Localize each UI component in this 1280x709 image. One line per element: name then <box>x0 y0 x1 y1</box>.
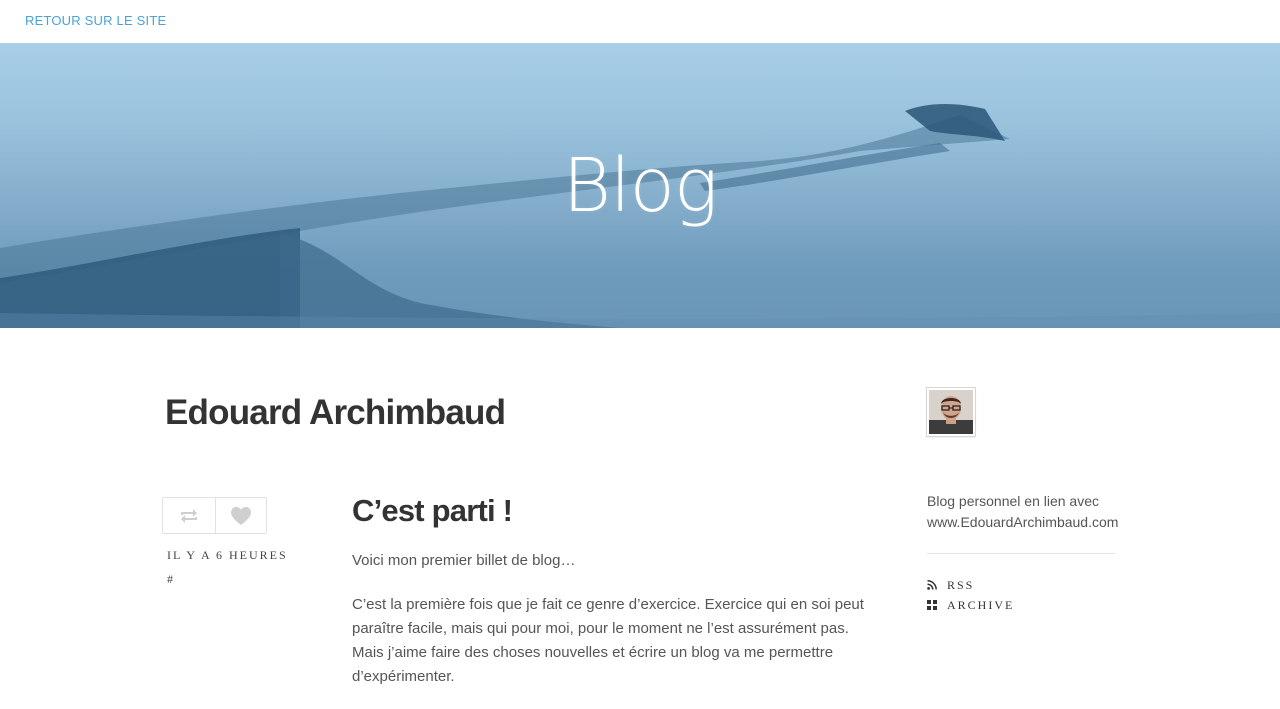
heart-icon <box>230 506 251 525</box>
post-permalink[interactable]: # <box>167 572 173 587</box>
avatar-portrait <box>929 390 973 434</box>
sidebar-links: RSS ARCHIVE <box>927 575 1014 615</box>
sidebar-link-archive[interactable]: ARCHIVE <box>927 595 1014 615</box>
post-timestamp[interactable]: IL Y A 6 HEURES <box>167 548 288 563</box>
post-paragraph: C’est la première fois que je fait ce ge… <box>352 596 864 685</box>
like-button[interactable] <box>214 498 267 533</box>
rss-icon <box>927 580 947 590</box>
sidebar-link-rss[interactable]: RSS <box>927 575 1014 595</box>
post-body: Voici mon premier billet de blog… C’est … <box>352 549 872 709</box>
hero-banner: Blog <box>0 43 1280 328</box>
post-title[interactable]: C’est parti ! <box>352 493 513 529</box>
sidebar-bio: Blog personnel en lien avec www.EdouardA… <box>927 493 1119 530</box>
author-avatar[interactable] <box>927 388 975 436</box>
blog-title: Blog <box>562 143 719 229</box>
reblog-icon <box>180 508 197 523</box>
back-to-site-link[interactable]: RETOUR SUR LE SITE <box>25 13 166 28</box>
reblog-button[interactable] <box>163 498 215 533</box>
sidebar-divider <box>927 553 1115 554</box>
sidebar-link-rss-label: RSS <box>947 577 975 592</box>
archive-grid-icon <box>927 600 947 610</box>
blog-author-name[interactable]: Edouard Archimbaud <box>165 393 506 433</box>
post-paragraph: Voici mon premier billet de blog… <box>352 552 576 569</box>
sidebar-link-archive-label: ARCHIVE <box>947 597 1015 612</box>
top-bar: RETOUR SUR LE SITE <box>0 0 1280 43</box>
post-actions <box>162 497 267 534</box>
